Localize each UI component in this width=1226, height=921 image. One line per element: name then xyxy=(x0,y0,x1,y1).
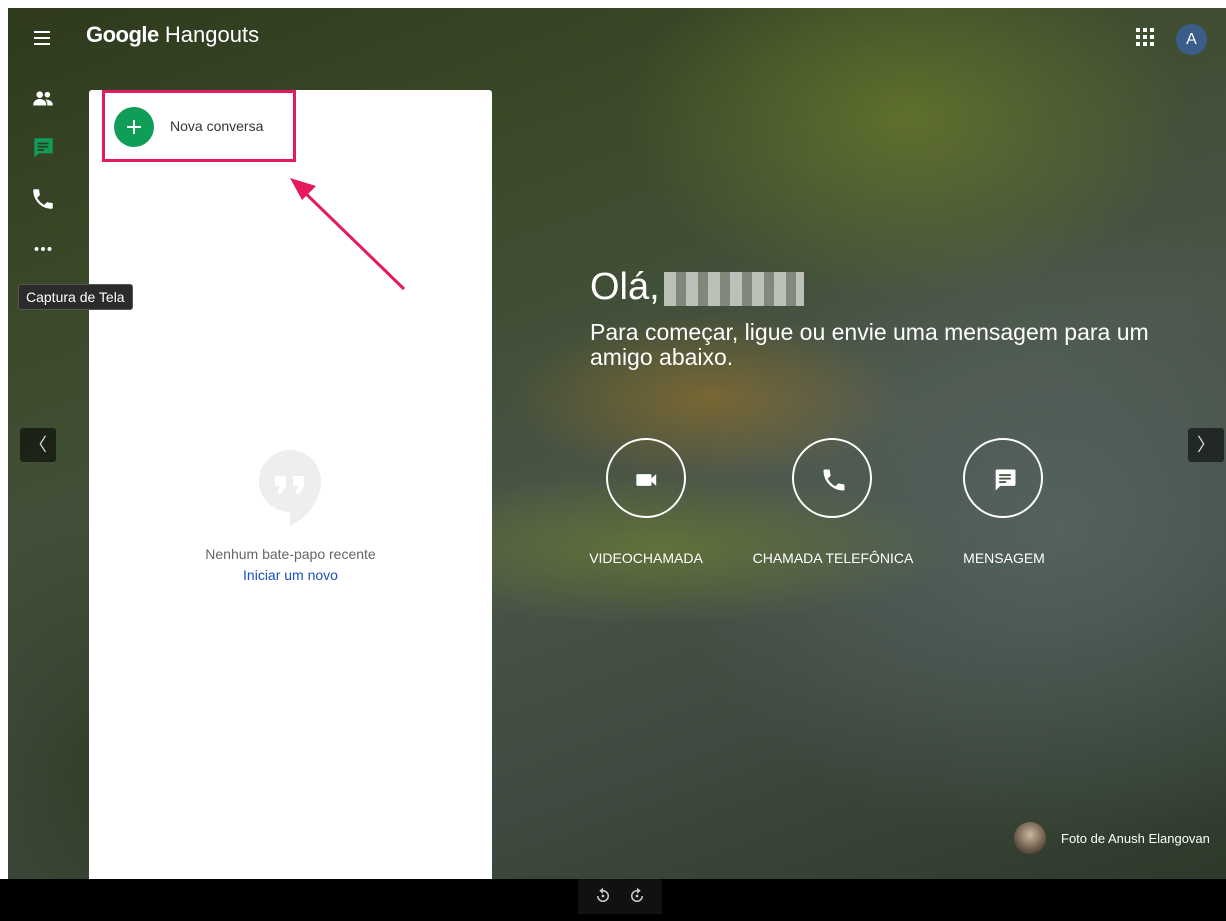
message-button[interactable] xyxy=(963,438,1043,518)
videocam-icon xyxy=(636,474,657,486)
message-icon xyxy=(995,469,1016,491)
rotate-right-icon[interactable] xyxy=(628,887,646,905)
empty-state-text: Nenhum bate-papo recente xyxy=(205,546,376,562)
rotate-left-icon[interactable] xyxy=(594,887,612,905)
rotate-controls xyxy=(578,879,662,914)
app-logo[interactable]: Google Hangouts xyxy=(86,22,259,48)
hamburger-menu-icon[interactable] xyxy=(30,26,54,50)
phone-call-label: CHAMADA TELEFÔNICA xyxy=(752,550,914,566)
plus-icon xyxy=(114,107,154,147)
top-bar: Google Hangouts A xyxy=(8,8,1226,72)
video-call-button[interactable] xyxy=(606,438,686,518)
photo-credit-text: Foto de Anush Elangovan xyxy=(1061,831,1210,846)
greeting-subtitle: Para começar, ligue ou envie uma mensage… xyxy=(590,319,1149,370)
phone-call-button[interactable] xyxy=(792,438,872,518)
phone-icon[interactable] xyxy=(30,186,56,212)
message-label: MENSAGEM xyxy=(963,550,1045,566)
hangouts-window: Google Hangouts A Nova conversa Nenhum b… xyxy=(8,8,1226,879)
annotation-arrow xyxy=(290,178,406,291)
account-avatar[interactable]: A xyxy=(1176,24,1207,55)
next-background-button[interactable]: 〉 xyxy=(1188,428,1224,462)
new-conversation-label: Nova conversa xyxy=(170,118,264,134)
more-horiz-icon[interactable] xyxy=(30,236,56,262)
greeting-text: Olá, xyxy=(590,266,660,308)
logo-product-text: Hangouts xyxy=(164,22,260,47)
previous-background-button[interactable]: 〈 xyxy=(20,428,56,462)
hangouts-quote-icon xyxy=(259,450,321,526)
redacted-user-name xyxy=(663,271,804,306)
greeting-heading: Olá, xyxy=(590,266,804,309)
tooltip: Captura de Tela xyxy=(18,284,133,310)
video-call-label: VIDEOCHAMADA xyxy=(589,550,703,566)
chat-icon[interactable] xyxy=(30,135,56,161)
new-conversation-button[interactable]: Nova conversa xyxy=(114,107,314,147)
people-icon[interactable] xyxy=(30,86,56,112)
logo-google-text: Google xyxy=(86,22,159,47)
apps-grid-icon[interactable] xyxy=(1136,28,1154,46)
bottom-toolbar xyxy=(0,879,1226,921)
start-new-link[interactable]: Iniciar um novo xyxy=(89,567,492,583)
phone-icon xyxy=(823,469,845,491)
photographer-avatar xyxy=(1014,822,1046,854)
